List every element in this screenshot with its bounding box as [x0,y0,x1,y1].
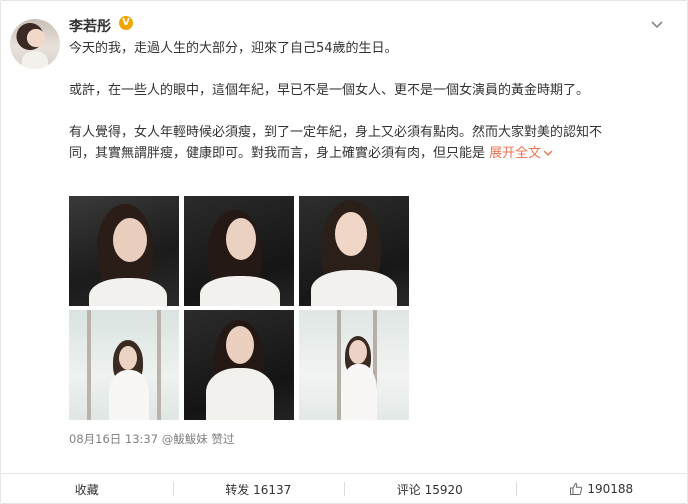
post-text: 今天的我，走過人生的大部分，迎來了自己54歲的生日。 或許，在一些人的眼中，這個… [69,38,669,164]
action-bar: 收藏 转发 16137 评论 15920 190188 [1,473,687,504]
post-paragraph-2: 或許，在一些人的眼中，這個年紀，早已不是一個女人、更不是一個女演員的黃金時期了。 [69,83,590,98]
photo-thumb[interactable] [184,196,294,306]
chevron-down-icon[interactable] [649,17,665,33]
like-count: 190188 [587,482,634,496]
photo-thumb[interactable] [69,196,179,306]
like-button[interactable]: 190188 [515,474,688,504]
thumbs-up-icon [570,482,583,495]
collect-label: 收藏 [74,482,99,497]
post-paragraph-3-line-1: 有人覺得，女人年輕時候必須瘦，到了一定年紀，身上又必須有點肉。然而大家對美的認知… [69,125,603,140]
expand-label: 展开全文 [489,146,542,161]
photo-thumb[interactable] [299,196,409,306]
post-paragraph-3-line-2: 同，其實無謂胖瘦，健康即可。對我而言，身上確實必須有肉，但只能是 [69,146,486,161]
verified-badge-icon: V [119,16,133,30]
avatar[interactable] [10,19,60,69]
post-paragraph-3: 有人覺得，女人年輕時候必須瘦，到了一定年紀，身上又必須有點肉。然而大家對美的認知… [69,122,669,164]
chevron-down-icon [543,150,553,156]
photo-thumb[interactable] [69,310,179,420]
post-paragraph-1: 今天的我，走過人生的大部分，迎來了自己54歲的生日。 [69,41,398,56]
post-date[interactable]: 08月16日 13:37 [69,432,158,446]
post-meta: 08月16日 13:37 @鮁鮁妹 赞过 [69,431,234,447]
expand-full-text-link[interactable]: 展开全文 [489,146,553,161]
comment-button[interactable]: 评论 15920 [344,474,516,504]
repost-button[interactable]: 转发 16137 [172,474,345,504]
collect-button[interactable]: 收藏 [1,474,173,504]
comment-label: 评论 15920 [396,482,463,497]
weibo-post-card: 李若彤 V 今天的我，走過人生的大部分，迎來了自己54歲的生日。 或許，在一些人… [0,0,688,504]
photo-thumb[interactable] [184,310,294,420]
liked-by-suffix: 赞过 [211,432,235,446]
username[interactable]: 李若彤 [69,16,111,36]
photo-thumb[interactable] [299,310,409,420]
liked-by-user[interactable]: @鮁鮁妹 [162,432,208,446]
repost-label: 转发 16137 [225,482,292,497]
